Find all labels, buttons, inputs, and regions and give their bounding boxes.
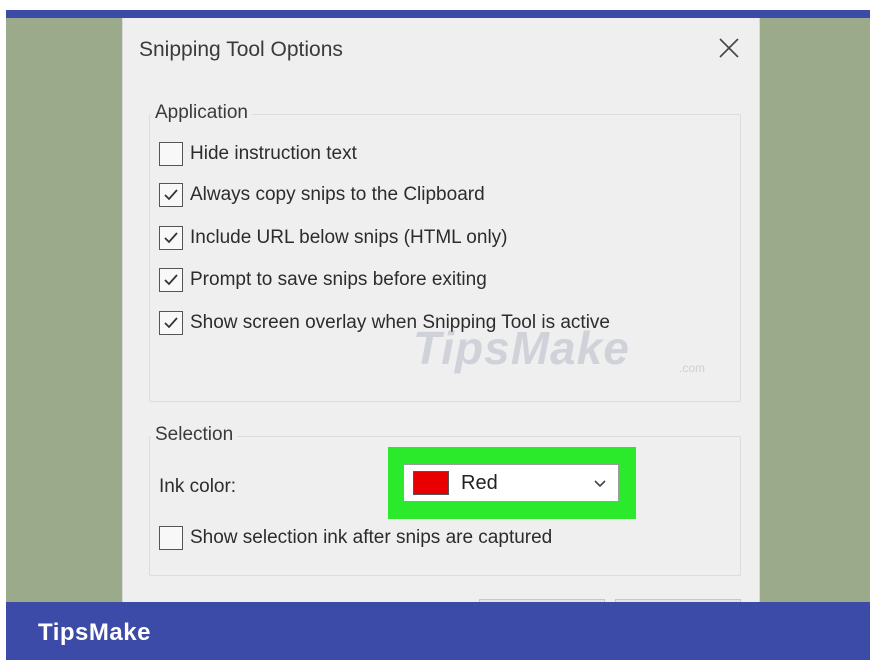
chevron-down-icon [594,480,606,488]
ink-color-label: Ink color: [159,476,237,497]
ink-color-dropdown[interactable]: Red [403,464,619,502]
option-label: Prompt to save snips before exiting [190,269,487,290]
dialog-titlebar: Snipping Tool Options [123,18,759,80]
ink-color-value: Red [461,471,498,494]
brand-logo-text: TipsMake [38,619,151,646]
application-legend: Application [151,102,252,124]
option-include-url[interactable]: Include URL below snips (HTML only) [159,226,508,250]
option-show-selection-ink[interactable]: Show selection ink after snips are captu… [159,526,552,550]
close-button[interactable] [713,32,745,64]
option-prompt-to-save[interactable]: Prompt to save snips before exiting [159,268,487,292]
option-label: Hide instruction text [190,143,357,164]
checkmark-icon [164,317,178,329]
checkbox-include-url[interactable] [159,226,183,250]
dialog-title: Snipping Tool Options [139,38,343,61]
screenshot-frame: Snipping Tool Options Application Hide i… [0,0,870,660]
top-border-bar [6,10,870,18]
checkbox-copy-to-clipboard[interactable] [159,183,183,207]
checkbox-hide-instruction-text[interactable] [159,142,183,166]
option-label: Include URL below snips (HTML only) [190,227,508,248]
checkmark-icon [164,189,178,201]
selection-legend: Selection [151,424,238,446]
checkmark-icon [164,274,178,286]
checkbox-prompt-to-save[interactable] [159,268,183,292]
checkmark-icon [164,232,178,244]
checkbox-show-selection-ink[interactable] [159,526,183,550]
watermark-suffix: .com [679,361,706,375]
watermark-logo: TipsMake [413,322,630,374]
option-label: Always copy snips to the Clipboard [190,184,485,205]
option-label: Show selection ink after snips are captu… [190,527,553,548]
red-color-swatch [413,471,449,495]
close-icon [719,38,739,58]
option-copy-to-clipboard[interactable]: Always copy snips to the Clipboard [159,183,485,207]
snipping-tool-options-dialog: Snipping Tool Options Application Hide i… [122,18,760,609]
option-hide-instruction-text[interactable]: Hide instruction text [159,142,357,166]
checkbox-show-screen-overlay[interactable] [159,311,183,335]
